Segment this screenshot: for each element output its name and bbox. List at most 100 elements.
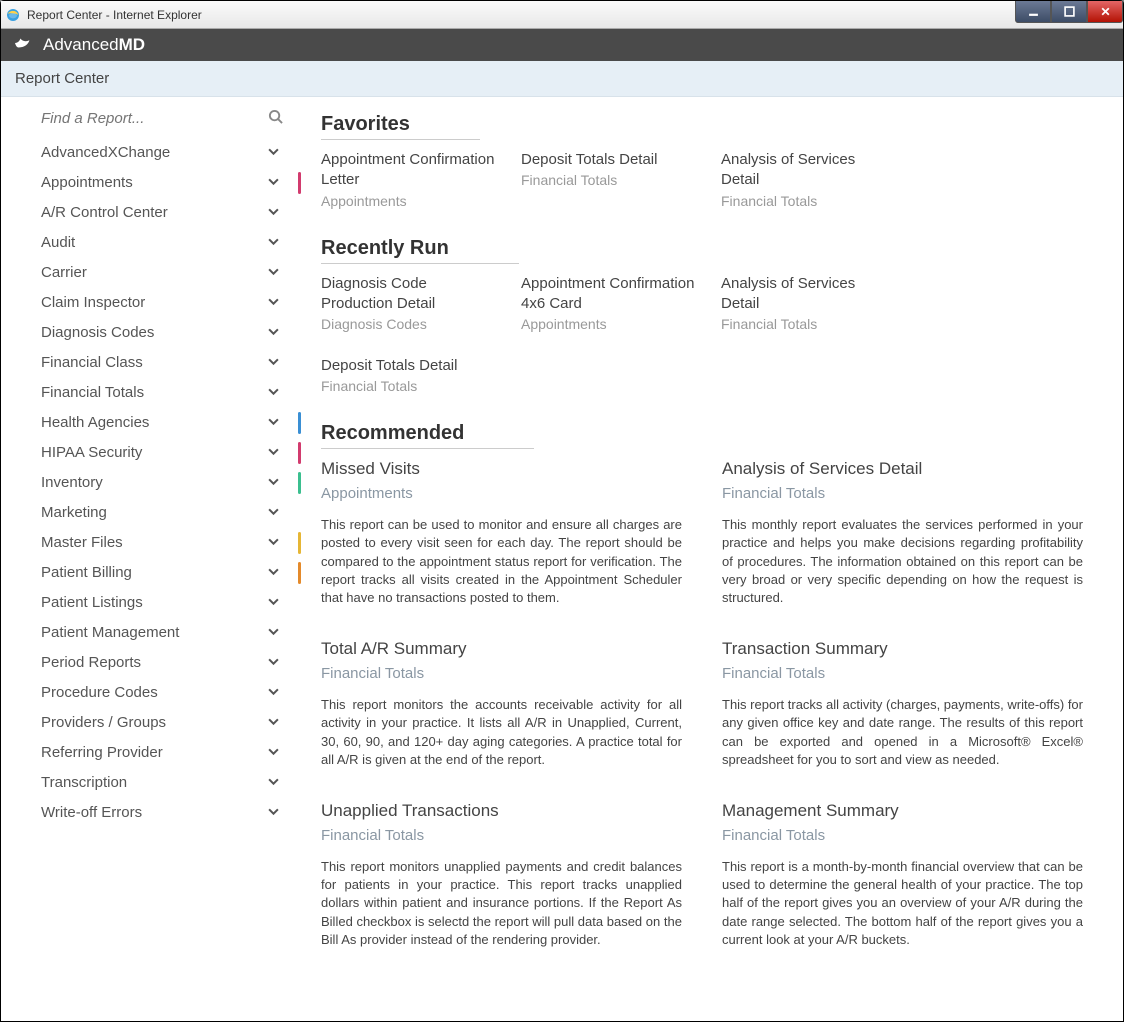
sidebar-item[interactable]: Procedure Codes <box>1 678 301 708</box>
chevron-down-icon <box>268 263 279 283</box>
chevron-down-icon <box>268 803 279 823</box>
report-category: Appointments <box>521 316 697 332</box>
recommended-card[interactable]: Transaction SummaryFinancial TotalsThis … <box>722 639 1083 769</box>
sidebar-item-label: Financial Class <box>41 353 268 373</box>
report-category: Financial Totals <box>321 827 682 844</box>
report-description: This monthly report evaluates the servic… <box>722 516 1083 607</box>
report-card[interactable]: Appointment Confirmation LetterAppointme… <box>321 150 497 209</box>
report-category: Financial Totals <box>722 485 1083 502</box>
chevron-down-icon <box>268 623 279 643</box>
sidebar-item[interactable]: Appointments <box>1 168 301 198</box>
recommended-card[interactable]: Analysis of Services Detail Financial Tot… <box>722 459 1083 607</box>
sidebar-item[interactable]: Audit <box>1 228 301 258</box>
report-description: This report monitors unapplied payments … <box>321 858 682 949</box>
chevron-down-icon <box>268 563 279 583</box>
sidebar-item-label: Financial Totals <box>41 383 268 403</box>
sidebar-item[interactable]: Patient Billing <box>1 558 301 588</box>
sidebar-item[interactable]: Financial Class <box>1 348 301 378</box>
sidebar-item-label: Carrier <box>41 263 268 283</box>
report-card[interactable]: Deposit Totals DetailFinancial Totals <box>521 150 697 209</box>
report-title: Deposit Totals Detail <box>321 356 497 376</box>
sidebar-item-label: Health Agencies <box>41 413 268 433</box>
brand-logo-icon <box>13 34 35 57</box>
content-area: AdvancedXChange Appointments A/R Control C… <box>1 97 1123 1021</box>
sidebar-item[interactable]: Marketing <box>1 498 301 528</box>
chevron-down-icon <box>268 593 279 613</box>
sidebar-item[interactable]: Master Files <box>1 528 301 558</box>
chevron-down-icon <box>268 443 279 463</box>
report-category: Diagnosis Codes <box>321 316 497 332</box>
window-minimize-button[interactable] <box>1015 1 1051 23</box>
recommended-card[interactable]: Unapplied TransactionsFinancial TotalsTh… <box>321 801 682 949</box>
sidebar-item[interactable]: Patient Listings <box>1 588 301 618</box>
brand-name-bold: MD <box>119 35 145 55</box>
sidebar-item-label: Patient Billing <box>41 563 268 583</box>
sidebar-item-label: Period Reports <box>41 653 268 673</box>
category-marker <box>298 532 301 554</box>
favorites-row: Appointment Confirmation LetterAppointme… <box>321 150 1083 209</box>
report-category: Financial Totals <box>722 827 1083 844</box>
category-marker <box>298 412 301 434</box>
recommended-card[interactable]: Missed VisitsAppointmentsThis report can… <box>321 459 682 607</box>
page-title: Report Center <box>15 70 109 87</box>
report-card[interactable]: Deposit Totals DetailFinancial Totals <box>321 356 497 394</box>
report-title: Diagnosis Code Production Detail <box>321 274 497 315</box>
category-marker <box>298 172 301 194</box>
recommended-card[interactable]: Total A/R SummaryFinancial TotalsThis re… <box>321 639 682 769</box>
report-title: Appointment Confirmation 4x6 Card <box>521 274 697 315</box>
sidebar-item-label: Referring Provider <box>41 743 268 763</box>
window-maximize-button[interactable] <box>1051 1 1087 23</box>
sidebar-item-label: Inventory <box>41 473 268 493</box>
report-card[interactable]: Analysis of Services DetailFinancial Tot… <box>721 274 897 333</box>
report-title: Analysis of Services Detail <box>721 150 897 191</box>
report-card[interactable]: Diagnosis Code Production DetailDiagnosi… <box>321 274 497 333</box>
chevron-down-icon <box>268 503 279 523</box>
sidebar-item[interactable]: Patient Management <box>1 618 301 648</box>
category-marker <box>298 562 301 584</box>
sidebar-item[interactable]: Period Reports <box>1 648 301 678</box>
sidebar-item-label: Appointments <box>41 173 268 193</box>
chevron-down-icon <box>268 773 279 793</box>
sidebar-item[interactable]: Inventory <box>1 468 301 498</box>
chevron-down-icon <box>268 323 279 343</box>
report-title: Analysis of Services Detail <box>721 274 897 315</box>
sidebar-nav-list: AdvancedXChange Appointments A/R Control C… <box>1 138 301 828</box>
sidebar-item-label: Diagnosis Codes <box>41 323 268 343</box>
recommended-card[interactable]: Management SummaryFinancial TotalsThis r… <box>722 801 1083 949</box>
sidebar-item[interactable]: Write-off Errors <box>1 798 301 828</box>
search-row <box>1 109 301 138</box>
window-close-button[interactable] <box>1087 1 1123 23</box>
chevron-down-icon <box>268 353 279 373</box>
sidebar-item-label: Marketing <box>41 503 268 523</box>
chevron-down-icon <box>268 143 279 163</box>
sidebar-item[interactable]: Transcription <box>1 768 301 798</box>
brand-name-light: Advanced <box>43 35 119 55</box>
search-input[interactable] <box>41 110 268 127</box>
sidebar-item[interactable]: Carrier <box>1 258 301 288</box>
report-category: Appointments <box>321 485 682 502</box>
chevron-down-icon <box>268 533 279 553</box>
brand-bar: AdvancedMD <box>1 29 1123 61</box>
search-icon[interactable] <box>268 109 283 128</box>
sidebar-item[interactable]: A/R Control Center <box>1 198 301 228</box>
report-title: Analysis of Services Detail <box>722 459 1083 479</box>
sidebar-item[interactable]: Referring Provider <box>1 738 301 768</box>
sidebar-item[interactable]: Providers / Groups <box>1 708 301 738</box>
recent-section: Recently Run Diagnosis Code Production D… <box>321 237 1083 395</box>
sidebar-item-label: Claim Inspector <box>41 293 268 313</box>
sidebar-item[interactable]: Financial Totals <box>1 378 301 408</box>
sidebar-item[interactable]: Claim Inspector <box>1 288 301 318</box>
report-category: Financial Totals <box>721 193 897 209</box>
category-marker <box>298 472 301 494</box>
report-card[interactable]: Appointment Confirmation 4x6 CardAppoint… <box>521 274 697 333</box>
report-category: Financial Totals <box>321 665 682 682</box>
sidebar-item[interactable]: AdvancedXChange <box>1 138 301 168</box>
report-card[interactable]: Analysis of Services Detail Financial Tot… <box>721 150 897 209</box>
sidebar-item[interactable]: Health Agencies <box>1 408 301 438</box>
sidebar-item[interactable]: Diagnosis Codes <box>1 318 301 348</box>
sidebar-item-label: Master Files <box>41 533 268 553</box>
sidebar-item[interactable]: HIPAA Security <box>1 438 301 468</box>
window-titlebar[interactable]: Report Center - Internet Explorer <box>1 1 1123 29</box>
chevron-down-icon <box>268 383 279 403</box>
report-title: Management Summary <box>722 801 1083 821</box>
